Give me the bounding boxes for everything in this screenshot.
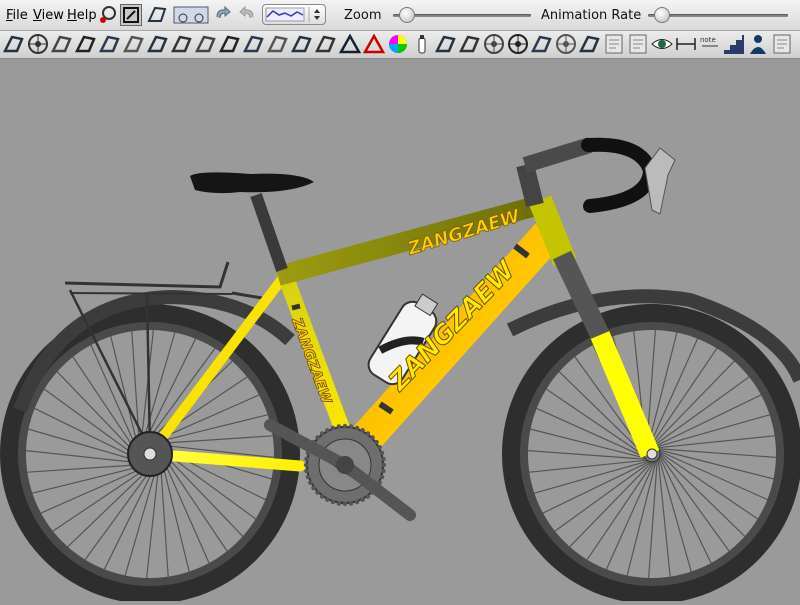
stairs-icon[interactable] — [722, 32, 746, 56]
chainring-tooth — [360, 428, 365, 433]
document-icon[interactable] — [602, 32, 626, 56]
cassette-icon[interactable] — [482, 32, 506, 56]
bottle-icon[interactable] — [410, 32, 434, 56]
stem[interactable] — [522, 137, 593, 173]
chainring-tooth — [342, 501, 348, 507]
seat-tube-band — [291, 303, 301, 311]
disconnect-icon[interactable] — [96, 4, 118, 26]
stem-icon[interactable] — [218, 32, 242, 56]
zoom-slider-thumb[interactable] — [399, 7, 416, 23]
handlebar[interactable] — [581, 137, 658, 213]
menu-file[interactable]: File — [6, 8, 28, 23]
svg-text:note: note — [700, 36, 716, 44]
chainring-tooth — [348, 424, 354, 429]
chainring-tooth — [381, 456, 386, 462]
chainring-tooth — [304, 456, 309, 462]
background-icon[interactable] — [770, 32, 794, 56]
frame-edit-icon[interactable] — [120, 4, 142, 26]
chainring-tooth — [377, 445, 382, 450]
chainring-tooth — [311, 485, 316, 491]
tube-icon[interactable] — [314, 32, 338, 56]
brake-icon[interactable] — [194, 32, 218, 56]
gear-icon[interactable] — [506, 32, 530, 56]
chainring-tooth — [365, 431, 371, 436]
image-preview-icon[interactable] — [172, 4, 210, 26]
chainring-tooth — [370, 435, 375, 440]
chainring-tooth — [354, 499, 360, 505]
angle2-icon[interactable] — [458, 32, 482, 56]
graph-select[interactable] — [262, 4, 326, 25]
seat-icon[interactable] — [266, 32, 290, 56]
chainring-tooth — [354, 425, 360, 431]
angle-icon[interactable] — [434, 32, 458, 56]
texture-icon[interactable] — [626, 32, 650, 56]
pedal-icon[interactable] — [98, 32, 122, 56]
chainring-tooth — [374, 439, 379, 445]
chainring-tooth — [348, 501, 354, 506]
chainring-tooth — [325, 497, 330, 502]
front-axle — [646, 448, 658, 460]
chainring-tooth — [319, 431, 325, 436]
frame-icon[interactable] — [2, 32, 26, 56]
shifter-icon[interactable] — [170, 32, 194, 56]
chainring-tooth — [336, 501, 342, 506]
tools-icon[interactable] — [530, 32, 554, 56]
triangle-red-icon[interactable] — [362, 32, 386, 56]
animation-rate-label: Animation Rate — [541, 8, 642, 23]
triangle-icon[interactable] — [338, 32, 362, 56]
crank-icon[interactable] — [74, 32, 98, 56]
chainring-tooth — [381, 462, 387, 468]
hub-icon[interactable] — [554, 32, 578, 56]
color-wheel-icon[interactable] — [386, 32, 410, 56]
undo-icon[interactable] — [212, 4, 234, 26]
chainring-tooth — [319, 494, 325, 499]
animation-rate-slider-thumb[interactable] — [654, 7, 671, 23]
seat-post[interactable] — [250, 193, 288, 272]
chainring-tooth — [365, 494, 371, 499]
chainring-tooth — [330, 425, 336, 431]
bike-drawing: ZANGZAEW ZANGZAEW ZANGZAEW — [0, 137, 800, 604]
chainring-tooth — [336, 424, 342, 429]
chainring-tooth — [315, 435, 320, 440]
wheel-icon[interactable] — [26, 32, 50, 56]
chainring-tooth — [360, 497, 365, 502]
chainring-tooth — [381, 468, 386, 474]
menu-view[interactable]: View — [33, 8, 64, 23]
chainring-tooth — [304, 468, 309, 474]
rider-icon[interactable] — [290, 32, 314, 56]
rear-axle — [143, 447, 157, 461]
fork-icon[interactable] — [50, 32, 74, 56]
chainring-tooth — [305, 474, 311, 480]
saddle[interactable] — [190, 172, 314, 194]
bottom-bracket — [336, 456, 354, 474]
note-icon[interactable]: note — [698, 32, 722, 56]
bike-canvas[interactable]: ZANGZAEW ZANGZAEW ZANGZAEW — [0, 59, 800, 604]
menu-help[interactable]: Help — [67, 8, 97, 23]
zoom-label: Zoom — [344, 8, 382, 23]
chainring-tooth — [315, 490, 320, 495]
parts-toolbar: note — [0, 31, 800, 59]
chain-icon[interactable] — [122, 32, 146, 56]
handlebar-icon[interactable] — [242, 32, 266, 56]
chainring-tooth — [379, 474, 385, 480]
chainring-tooth — [308, 480, 313, 485]
chainring-tooth — [325, 428, 330, 433]
chainring-tooth — [379, 450, 385, 456]
redo-icon[interactable] — [236, 4, 258, 26]
chainring-tooth — [330, 499, 336, 505]
derailleur-icon[interactable] — [146, 32, 170, 56]
chainring-tooth — [342, 423, 348, 429]
eye-icon[interactable] — [650, 32, 674, 56]
dimension-icon[interactable] — [674, 32, 698, 56]
menu-bar: File View Help Zoom Animation Rate — [0, 0, 800, 31]
geometry-icon[interactable] — [146, 4, 168, 26]
spoke-icon[interactable] — [578, 32, 602, 56]
person-icon[interactable] — [746, 32, 770, 56]
chainring-tooth — [303, 462, 309, 468]
